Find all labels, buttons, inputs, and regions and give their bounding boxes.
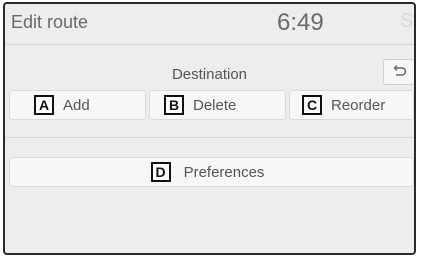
status-ghost-text: S [400, 10, 414, 32]
back-arrow-icon [393, 65, 407, 76]
clock: 6:49 [277, 9, 324, 36]
add-button-label: Add [63, 96, 90, 114]
callout-badge-c: C [302, 95, 322, 115]
delete-button[interactable]: B Delete [149, 90, 286, 120]
row-divider [5, 137, 414, 138]
back-button[interactable] [383, 59, 414, 85]
section-label-destination: Destination [171, 66, 248, 83]
add-button[interactable]: A Add [9, 90, 146, 120]
preferences-button-label: Preferences [183, 163, 265, 181]
head-unit-screen: Edit route 6:49 S Destination A Add B De… [3, 2, 416, 255]
callout-badge-a: A [34, 95, 54, 115]
reorder-button[interactable]: C Reorder [289, 90, 414, 120]
header-divider [5, 44, 414, 45]
title-bar: Edit route 6:49 S [5, 4, 414, 44]
callout-badge-d: D [150, 162, 171, 182]
callout-badge-b: B [164, 95, 184, 115]
delete-button-label: Delete [193, 96, 237, 114]
page-title: Edit route [11, 12, 89, 32]
preferences-button[interactable]: D Preferences [9, 157, 414, 187]
reorder-button-label: Reorder [331, 96, 386, 114]
